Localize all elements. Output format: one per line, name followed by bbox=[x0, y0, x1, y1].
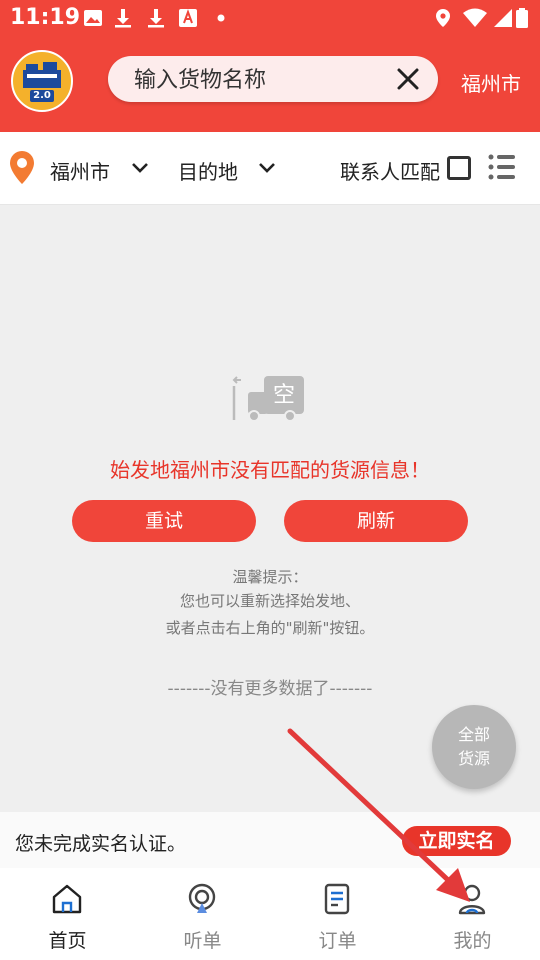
no-more-data-text: -------没有更多数据了------- bbox=[167, 679, 373, 699]
refresh-button[interactable]: 刷新 bbox=[284, 500, 468, 542]
download-icon bbox=[148, 9, 164, 28]
verification-notice: 您未完成实名认证。 立即实名 bbox=[0, 812, 540, 868]
contact-match-label: 联系人匹配 bbox=[340, 160, 440, 184]
header: 2.0 福州市 bbox=[0, 36, 540, 132]
origin-filter[interactable]: 福州市 bbox=[50, 156, 110, 185]
tip-line: 或者点击右上角的"刷新"按钮。 bbox=[165, 619, 375, 637]
listen-icon bbox=[188, 883, 216, 913]
tip-line: 您也可以重新选择始发地、 bbox=[179, 592, 360, 610]
image-notification-icon bbox=[84, 10, 102, 26]
chevron-down-icon[interactable] bbox=[130, 160, 150, 176]
cellular-icon bbox=[494, 9, 512, 27]
location-status-icon bbox=[436, 9, 450, 27]
chevron-down-icon[interactable] bbox=[257, 160, 277, 176]
location-pin-icon bbox=[10, 151, 34, 184]
tab-profile[interactable]: 我的 bbox=[405, 868, 540, 960]
tab-listen[interactable]: 听单 bbox=[135, 868, 270, 960]
status-bar: 11:19 bbox=[0, 0, 540, 36]
retry-button[interactable]: 重试 bbox=[72, 500, 256, 542]
fab-label: 货源 bbox=[457, 749, 490, 768]
empty-message: 始发地福州市没有匹配的货源信息！ bbox=[110, 458, 430, 482]
font-notification-icon bbox=[179, 9, 197, 27]
empty-badge-text: 空 bbox=[273, 383, 295, 408]
bottom-tab-bar: 首页 听单 订单 我的 bbox=[0, 868, 540, 960]
tip-title: 温馨提示： bbox=[232, 568, 308, 586]
tab-label: 订单 bbox=[318, 930, 357, 952]
destination-filter[interactable]: 目的地 bbox=[178, 156, 238, 185]
download-icon bbox=[115, 9, 131, 28]
tab-label: 首页 bbox=[48, 930, 87, 952]
home-icon bbox=[52, 884, 82, 914]
wifi-icon bbox=[463, 8, 487, 27]
logo-version: 2.0 bbox=[33, 90, 51, 101]
order-icon bbox=[324, 883, 350, 915]
profile-icon bbox=[458, 884, 486, 915]
verify-now-button[interactable]: 立即实名 bbox=[402, 826, 511, 856]
list-view-icon[interactable] bbox=[487, 152, 517, 182]
contact-match-checkbox[interactable] bbox=[447, 156, 471, 180]
search-bar[interactable] bbox=[108, 56, 438, 102]
tab-home[interactable]: 首页 bbox=[0, 868, 135, 960]
app-logo[interactable]: 2.0 bbox=[11, 50, 73, 112]
verification-notice-text: 您未完成实名认证。 bbox=[15, 833, 187, 855]
fab-label: 全部 bbox=[457, 725, 490, 744]
clear-icon[interactable] bbox=[394, 65, 422, 93]
header-city-button[interactable]: 福州市 bbox=[461, 68, 521, 97]
search-input[interactable] bbox=[132, 62, 386, 98]
dot-icon bbox=[217, 14, 225, 22]
filter-bar: 福州市 目的地 联系人匹配 bbox=[0, 132, 540, 205]
empty-truck-icon: 空 bbox=[232, 376, 304, 422]
tab-label: 我的 bbox=[453, 930, 492, 952]
all-cargo-button[interactable]: 全部 货源 bbox=[432, 705, 516, 789]
tab-label: 听单 bbox=[183, 930, 222, 952]
tab-orders[interactable]: 订单 bbox=[270, 868, 405, 960]
battery-icon bbox=[516, 8, 528, 28]
status-time: 11:19 bbox=[10, 5, 81, 30]
